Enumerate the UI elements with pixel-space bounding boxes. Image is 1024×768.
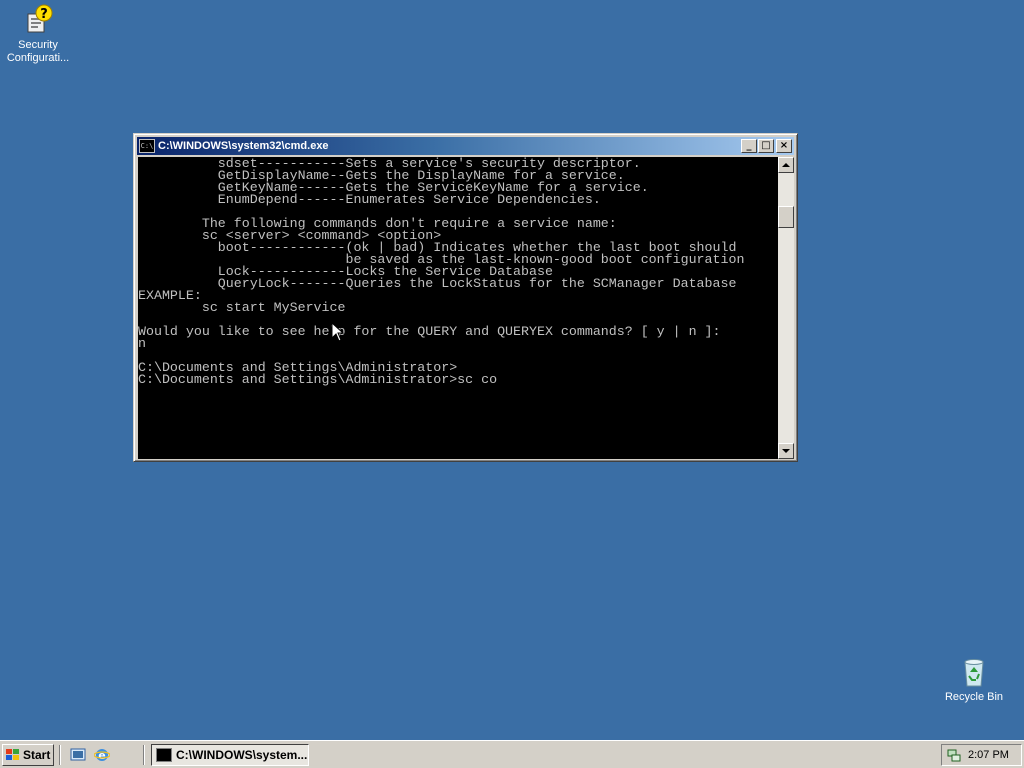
mouse-pointer-icon: [331, 322, 345, 342]
windows-logo-icon: [5, 748, 21, 762]
taskbar-button-cmd[interactable]: C:\WINDOWS\system...: [151, 744, 309, 766]
maximize-button[interactable]: □: [758, 139, 774, 153]
system-tray: 2:07 PM: [941, 744, 1022, 766]
minimize-button[interactable]: _: [741, 139, 757, 153]
cmd-icon: C:\: [139, 139, 155, 153]
vertical-scrollbar[interactable]: [778, 157, 794, 459]
console-line: EnumDepend------Enumerates Service Depen…: [138, 192, 601, 207]
console-line: QueryLock-------Queries the LockStatus f…: [138, 276, 737, 291]
clock[interactable]: 2:07 PM: [968, 749, 1009, 761]
taskbar-separator: [59, 745, 61, 765]
svg-text:e: e: [98, 749, 105, 762]
console-text: sdset-----------Sets a service's securit…: [138, 157, 778, 386]
show-desktop-icon[interactable]: [70, 747, 86, 763]
window-titlebar[interactable]: C:\ C:\WINDOWS\system32\cmd.exe _ □ ×: [137, 137, 794, 155]
cmd-window[interactable]: C:\ C:\WINDOWS\system32\cmd.exe _ □ × sd…: [133, 133, 798, 462]
taskbar: Start e C:\WINDOWS\system... 2:07 PM: [0, 740, 1024, 768]
internet-explorer-icon[interactable]: e: [93, 747, 111, 763]
cmd-icon: [156, 748, 172, 762]
console-output[interactable]: sdset-----------Sets a service's securit…: [138, 157, 778, 459]
close-button[interactable]: ×: [776, 139, 792, 153]
console-line: Would you like to see help for the QUERY…: [138, 324, 721, 339]
start-button[interactable]: Start: [2, 744, 54, 766]
network-tray-icon[interactable]: [946, 747, 962, 763]
start-label: Start: [23, 748, 51, 762]
arrow-up-icon: [782, 163, 790, 167]
console-line: C:\Documents and Settings\Administrator>…: [138, 372, 498, 387]
desktop-icon-security-configuration[interactable]: ? Security Configurati...: [0, 4, 76, 65]
console-line: sc start MyService: [138, 300, 346, 315]
scroll-up-button[interactable]: [778, 157, 794, 173]
console-line: n: [138, 336, 146, 351]
security-config-icon: ?: [22, 4, 54, 36]
taskbar-button-label: C:\WINDOWS\system...: [176, 748, 308, 762]
arrow-down-icon: [782, 449, 790, 453]
taskbar-separator: [143, 745, 145, 765]
scroll-thumb[interactable]: [778, 206, 794, 228]
scroll-down-button[interactable]: [778, 443, 794, 459]
desktop-icon-label: Configurati...: [6, 52, 70, 64]
window-title: C:\WINDOWS\system32\cmd.exe: [158, 140, 329, 152]
desktop-icon-label: Recycle Bin: [944, 691, 1004, 703]
recycle-bin-icon: [958, 656, 990, 688]
svg-text:?: ?: [40, 7, 48, 22]
desktop-icon-label: Security: [18, 39, 58, 51]
desktop-icon-recycle-bin[interactable]: Recycle Bin: [936, 656, 1012, 704]
